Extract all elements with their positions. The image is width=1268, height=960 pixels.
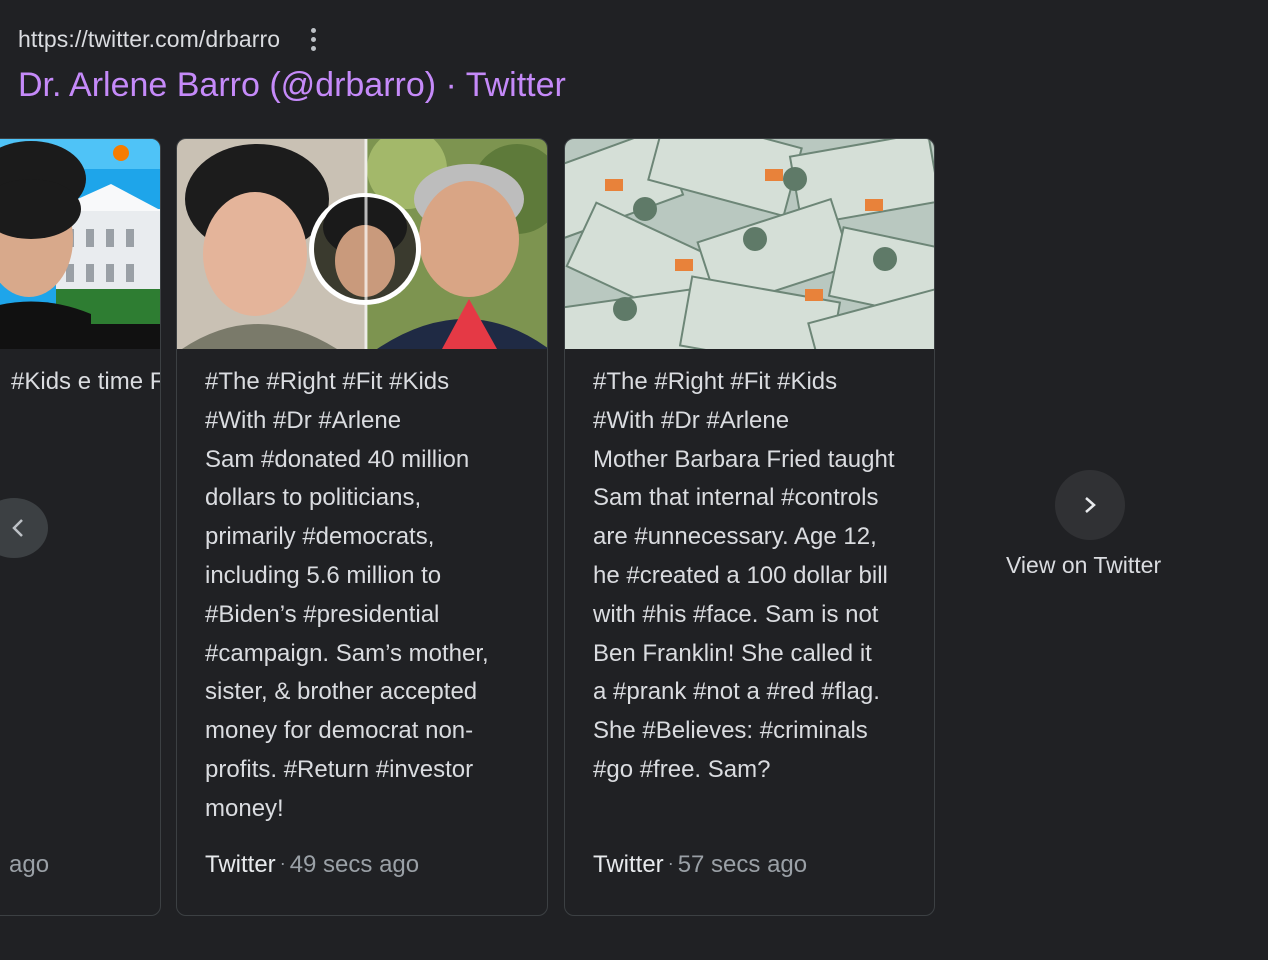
result-url[interactable]: https://twitter.com/drbarro — [18, 26, 280, 53]
view-on-twitter-link[interactable]: View on Twitter — [1006, 552, 1161, 579]
tweet-image — [0, 139, 160, 349]
tweet-text: #Kids e time FTX vored promoted n #met w… — [11, 368, 160, 395]
tweet-text: #The #Right #Fit #Kids #With #Dr #Arlene… — [205, 368, 489, 822]
tweet-meta: Twitter · 49 secs ago — [205, 851, 419, 879]
more-vert-icon[interactable] — [308, 27, 318, 53]
result-url-row: https://twitter.com/drbarro — [18, 26, 318, 53]
chevron-left-icon — [12, 519, 23, 537]
tweet-image — [177, 139, 547, 349]
tweet-time: ago — [9, 851, 50, 878]
tweet-meta: Twitter · 57 secs ago — [593, 851, 807, 879]
tweet-card[interactable]: #The #Right #Fit #Kids #With #Dr #Arlene… — [176, 138, 548, 916]
tweet-meta: ago — [9, 851, 49, 879]
tweet-card[interactable]: #The #Right #Fit #Kids #With #Dr #Arlene… — [564, 138, 935, 916]
chevron-right-icon — [1085, 497, 1096, 513]
separator-dot: · — [667, 853, 674, 873]
tweet-time: 49 secs ago — [289, 851, 420, 878]
tweet-source: Twitter — [205, 851, 276, 878]
tweet-time: 57 secs ago — [677, 851, 808, 878]
result-title-link[interactable]: Dr. Arlene Barro (@drbarro) · Twitter — [18, 66, 566, 105]
tweet-image — [565, 139, 934, 349]
tweet-source: Twitter — [593, 851, 664, 878]
separator-dot: · — [279, 853, 286, 873]
carousel-next-button[interactable] — [1055, 470, 1125, 540]
tweet-text: #The #Right #Fit #Kids #With #Dr #Arlene… — [593, 368, 895, 783]
